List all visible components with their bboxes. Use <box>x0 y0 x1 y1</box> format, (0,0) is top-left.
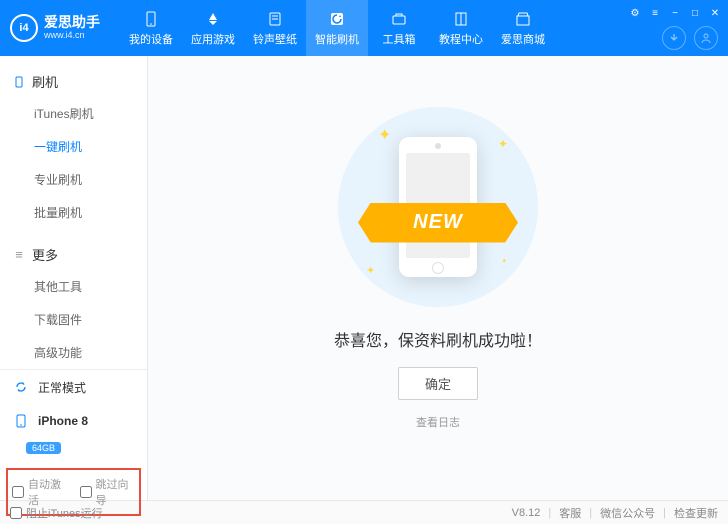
refresh-icon <box>328 10 346 28</box>
checkbox-label: 阻止iTunes运行 <box>26 505 103 521</box>
nav-label: 应用游戏 <box>191 31 235 47</box>
success-message: 恭喜您，保资料刷机成功啦！ <box>334 327 542 351</box>
nav-label: 铃声壁纸 <box>253 31 297 47</box>
sidebar-item-oneclick-flash[interactable]: 一键刷机 <box>0 130 147 163</box>
app-name: 爱思助手 <box>44 15 100 30</box>
toolbox-icon <box>390 10 408 28</box>
store-icon <box>514 10 532 28</box>
nav-toolbox[interactable]: 工具箱 <box>368 0 430 56</box>
sidebar-item-pro-flash[interactable]: 专业刷机 <box>0 163 147 196</box>
maximize-icon[interactable]: □ <box>688 6 702 20</box>
app-url: www.i4.cn <box>44 31 100 41</box>
device-mode[interactable]: 正常模式 <box>0 370 147 404</box>
more-icon: ≡ <box>12 248 26 262</box>
nav-label: 工具箱 <box>383 31 416 47</box>
section-title: 更多 <box>32 245 58 264</box>
sidebar: 刷机 iTunes刷机 一键刷机 专业刷机 批量刷机 ≡ 更多 其他工具 下载固… <box>0 56 148 500</box>
checkbox-label: 跳过向导 <box>96 476 136 508</box>
nav-label: 爱思商城 <box>501 31 545 47</box>
nav-apps[interactable]: 应用游戏 <box>182 0 244 56</box>
block-itunes-checkbox[interactable]: 阻止iTunes运行 <box>10 505 103 521</box>
sidebar-item-other-tools[interactable]: 其他工具 <box>0 270 147 303</box>
sparkle-icon: ✦ <box>366 264 375 277</box>
nav-flash[interactable]: 智能刷机 <box>306 0 368 56</box>
sparkle-icon: • <box>502 256 506 267</box>
download-icon[interactable] <box>662 26 686 50</box>
nav-my-device[interactable]: 我的设备 <box>120 0 182 56</box>
section-title: 刷机 <box>32 72 58 91</box>
header-actions <box>662 26 718 50</box>
user-icon[interactable] <box>694 26 718 50</box>
device-name: iPhone 8 <box>38 414 88 428</box>
new-ribbon: NEW <box>358 203 518 243</box>
nav-tutorials[interactable]: 教程中心 <box>430 0 492 56</box>
nav-label: 智能刷机 <box>315 31 359 47</box>
phone-outline-icon <box>12 75 26 89</box>
mode-label: 正常模式 <box>38 379 86 396</box>
auto-activate-checkbox[interactable]: 自动激活 <box>12 476 68 508</box>
storage-badge: 64GB <box>26 442 61 454</box>
apps-icon <box>204 10 222 28</box>
main-nav: 我的设备 应用游戏 铃声壁纸 智能刷机 工具箱 教程中心 爱思商城 <box>120 0 554 56</box>
skip-wizard-checkbox[interactable]: 跳过向导 <box>80 476 136 508</box>
version-label: V8.12 <box>512 507 541 519</box>
settings-icon[interactable]: ⚙ <box>628 6 642 20</box>
update-link[interactable]: 检查更新 <box>674 505 718 521</box>
main-content: ✦ ✦ ✦ • NEW 恭喜您，保资料刷机成功啦！ 确定 查看日志 <box>148 56 728 500</box>
confirm-button[interactable]: 确定 <box>398 367 478 400</box>
logo: i4 爱思助手 www.i4.cn <box>0 14 110 42</box>
sidebar-section-more[interactable]: ≡ 更多 <box>0 239 147 270</box>
sparkle-icon: ✦ <box>498 137 508 151</box>
book-icon <box>452 10 470 28</box>
sidebar-item-batch-flash[interactable]: 批量刷机 <box>0 196 147 229</box>
phone-icon <box>142 10 160 28</box>
wechat-link[interactable]: 微信公众号 <box>600 505 655 521</box>
device-phone-icon <box>12 412 30 430</box>
app-header: i4 爱思助手 www.i4.cn 我的设备 应用游戏 铃声壁纸 智能刷机 工具… <box>0 0 728 56</box>
success-illustration: ✦ ✦ ✦ • NEW <box>338 107 538 307</box>
minimize-icon[interactable]: − <box>668 6 682 20</box>
view-log-link[interactable]: 查看日志 <box>416 414 460 430</box>
logo-icon: i4 <box>10 14 38 42</box>
sidebar-item-advanced[interactable]: 高级功能 <box>0 336 147 369</box>
sidebar-item-download-firmware[interactable]: 下载固件 <box>0 303 147 336</box>
nav-label: 我的设备 <box>129 31 173 47</box>
music-icon <box>266 10 284 28</box>
sync-icon <box>12 378 30 396</box>
sidebar-item-itunes-flash[interactable]: iTunes刷机 <box>0 97 147 130</box>
nav-store[interactable]: 爱思商城 <box>492 0 554 56</box>
nav-label: 教程中心 <box>439 31 483 47</box>
support-link[interactable]: 客服 <box>559 505 581 521</box>
close-icon[interactable]: ✕ <box>708 6 722 20</box>
sidebar-section-flash[interactable]: 刷机 <box>0 66 147 97</box>
sparkle-icon: ✦ <box>378 125 391 145</box>
device-info[interactable]: iPhone 8 <box>0 404 147 438</box>
checkbox-label: 自动激活 <box>28 476 68 508</box>
nav-ringtones[interactable]: 铃声壁纸 <box>244 0 306 56</box>
menu-icon[interactable]: ≡ <box>648 6 662 20</box>
window-controls: ⚙ ≡ − □ ✕ <box>628 6 722 20</box>
